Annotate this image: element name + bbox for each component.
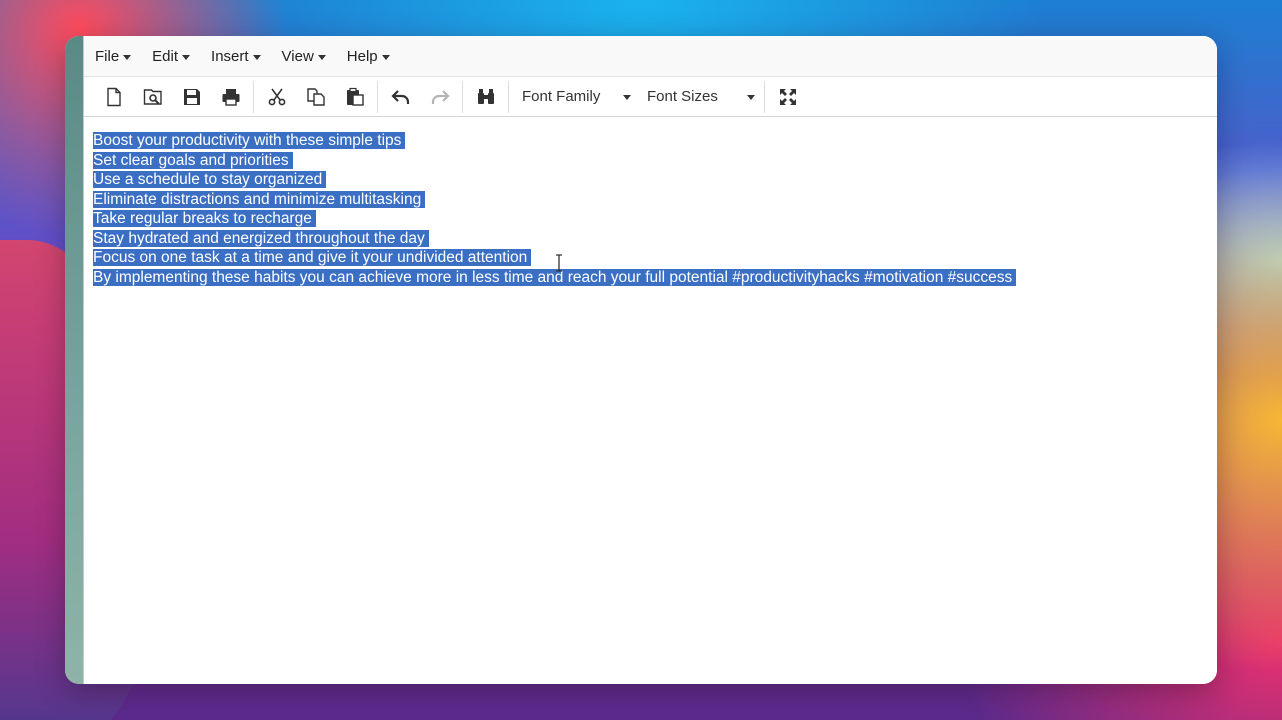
find-button[interactable] — [466, 80, 505, 114]
document-line[interactable]: Set clear goals and priorities — [93, 151, 1208, 171]
chevron-down-icon — [252, 54, 261, 60]
chevron-down-icon — [623, 95, 631, 100]
document-line[interactable]: Boost your productivity with these simpl… — [93, 131, 1208, 151]
selected-text: Stay hydrated and energized throughout t… — [93, 229, 429, 247]
menu-view[interactable]: View — [282, 48, 326, 65]
print-button[interactable] — [211, 80, 250, 114]
document-line[interactable]: Focus on one task at a time and give it … — [93, 248, 1208, 268]
toolbar-separator — [462, 80, 463, 113]
menu-view-label: View — [281, 47, 314, 65]
menu-help-label: Help — [346, 47, 378, 65]
selected-text: Set clear goals and priorities — [93, 151, 293, 169]
document-body[interactable]: Boost your productivity with these simpl… — [84, 117, 1217, 301]
menu-file[interactable]: File — [95, 47, 132, 65]
toolbar-separator — [377, 80, 378, 113]
paste-icon — [346, 87, 364, 106]
preview-icon — [143, 88, 162, 105]
chevron-down-icon — [381, 54, 390, 60]
chevron-down-icon — [123, 54, 132, 60]
font-family-select[interactable]: Font Family — [512, 80, 637, 114]
paste-button[interactable] — [335, 80, 374, 114]
toolbar-separator — [253, 80, 254, 113]
undo-icon — [390, 89, 409, 104]
new-document-icon — [106, 87, 121, 106]
menu-insert-label: Insert — [211, 47, 249, 65]
copy-icon — [306, 87, 325, 106]
menu-file-label: File — [95, 47, 120, 65]
selected-text: Eliminate distractions and minimize mult… — [93, 190, 426, 208]
toolbar-separator — [764, 80, 765, 113]
save-button[interactable] — [172, 80, 211, 114]
save-icon — [183, 88, 200, 105]
toolbar: Font Family Font Sizes — [84, 77, 1217, 117]
selected-text: Boost your productivity with these simpl… — [93, 132, 406, 149]
print-icon — [222, 88, 239, 106]
menubar: File Edit Insert View Help — [84, 36, 1217, 77]
selected-text: Focus on one task at a time and give it … — [93, 249, 532, 266]
document-line[interactable]: Use a schedule to stay organized — [93, 170, 1208, 190]
font-sizes-label: Font Sizes — [647, 88, 718, 105]
chevron-down-icon — [747, 95, 755, 100]
selected-text: Take regular breaks to recharge — [93, 210, 316, 227]
redo-button[interactable] — [420, 80, 459, 114]
find-icon — [477, 88, 494, 104]
font-family-label: Font Family — [522, 88, 601, 105]
document-line[interactable]: By implementing these habits you can ach… — [93, 268, 1208, 288]
redo-icon — [431, 89, 450, 104]
undo-button[interactable] — [381, 80, 420, 114]
chevron-down-icon — [182, 54, 191, 60]
rich-text-editor: File Edit Insert View Help Font Family F… — [84, 36, 1217, 684]
menu-edit-label: Edit — [152, 47, 179, 65]
fullscreen-icon — [779, 88, 796, 105]
menu-help[interactable]: Help — [347, 48, 390, 65]
document-line[interactable]: Take regular breaks to recharge — [93, 209, 1208, 229]
selected-text: Use a schedule to stay organized — [93, 171, 327, 188]
menu-edit[interactable]: Edit — [152, 47, 191, 65]
menu-insert[interactable]: Insert — [211, 48, 261, 65]
cut-button[interactable] — [257, 80, 296, 114]
editor-window: File Edit Insert View Help Font Family F… — [65, 36, 1217, 684]
font-sizes-select[interactable]: Font Sizes — [637, 80, 761, 114]
window-side-strip — [65, 36, 84, 684]
toolbar-separator — [508, 80, 509, 113]
document-line[interactable]: Eliminate distractions and minimize mult… — [93, 190, 1208, 210]
copy-button[interactable] — [296, 80, 335, 114]
document-line[interactable]: Stay hydrated and energized throughout t… — [93, 229, 1208, 249]
preview-button[interactable] — [133, 80, 172, 114]
cut-icon — [268, 88, 285, 105]
text-cursor-icon — [556, 254, 562, 272]
fullscreen-button[interactable] — [768, 80, 807, 114]
chevron-down-icon — [317, 54, 326, 60]
new-document-button[interactable] — [94, 80, 133, 114]
